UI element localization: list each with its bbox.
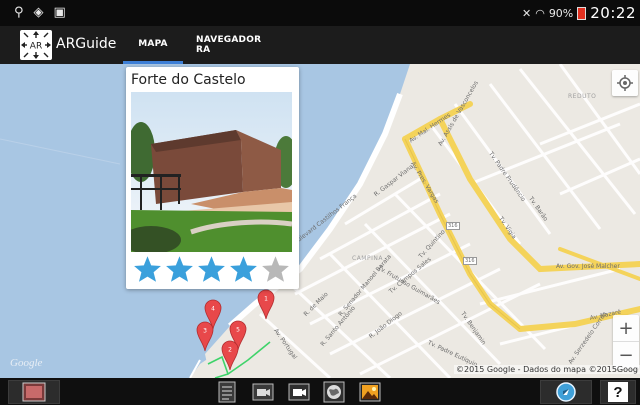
camera-icon bbox=[252, 383, 274, 401]
notification-icons: ⚲ ◈ ▣ bbox=[14, 4, 66, 22]
google-logo: Google bbox=[10, 357, 43, 369]
place-photo bbox=[131, 92, 292, 252]
zoom-in-button[interactable]: + bbox=[613, 315, 639, 342]
svg-text:4: 4 bbox=[211, 306, 215, 313]
video-icon bbox=[288, 383, 310, 401]
battery-icon bbox=[577, 7, 587, 20]
my-location-button[interactable] bbox=[612, 70, 638, 96]
tab-navegador-ra[interactable]: NAVEGADOR RA bbox=[196, 26, 274, 64]
street-label: Av. Gov. José Malcher bbox=[556, 263, 620, 270]
status-bar: ⚲ ◈ ▣ ✕ ◠ 90% 20:22 bbox=[0, 0, 640, 26]
district-label: CAMPINA bbox=[352, 255, 383, 262]
action-bar: AR ARGuide MAPA NAVEGADOR RA bbox=[0, 26, 640, 64]
svg-text:3: 3 bbox=[203, 328, 207, 335]
battery-percent: 90% bbox=[548, 6, 574, 20]
help-button[interactable]: ? bbox=[600, 380, 636, 404]
bottom-toolbar: ? bbox=[0, 378, 640, 405]
svg-text:2: 2 bbox=[228, 347, 232, 354]
map-copyright: ©2015 Google - Dados do mapa ©2015Goog bbox=[454, 365, 640, 374]
usb-icon: ⚲ bbox=[14, 5, 24, 20]
crosshair-icon bbox=[617, 75, 633, 91]
logo-text: AR bbox=[30, 42, 42, 52]
star-icon bbox=[198, 256, 225, 282]
screenshot-icon: ▣ bbox=[53, 5, 66, 20]
map-view[interactable]: 316 316 Av. Mal. Hermes Av. Assis de Vas… bbox=[0, 64, 640, 378]
compass-icon bbox=[556, 382, 576, 402]
camera-button[interactable] bbox=[251, 380, 275, 404]
road-shield: 316 bbox=[446, 222, 460, 230]
list-icon bbox=[218, 381, 236, 403]
globe-button[interactable] bbox=[322, 380, 346, 404]
star-icon bbox=[134, 256, 161, 282]
rating-stars bbox=[132, 255, 291, 283]
gallery-button[interactable] bbox=[8, 380, 60, 404]
zoom-controls: + − bbox=[613, 315, 639, 369]
map-marker[interactable]: 3 bbox=[196, 320, 214, 352]
clock: 20:22 bbox=[590, 4, 636, 22]
list-button[interactable] bbox=[216, 380, 238, 404]
image-button[interactable] bbox=[358, 380, 382, 404]
svg-text:5: 5 bbox=[236, 327, 240, 334]
system-icons: ✕ ◠ 90% 20:22 bbox=[522, 4, 636, 22]
gallery-icon bbox=[22, 382, 46, 402]
compass-button[interactable] bbox=[540, 380, 592, 404]
map-marker[interactable]: 2 bbox=[221, 339, 239, 371]
tab-mapa[interactable]: MAPA bbox=[123, 26, 183, 64]
info-window[interactable]: Forte do Castelo bbox=[126, 67, 299, 289]
image-icon bbox=[359, 382, 381, 402]
district-label: REDUTO bbox=[568, 93, 597, 100]
mute-icon: ✕ bbox=[521, 6, 532, 20]
star-icon bbox=[166, 256, 193, 282]
map-marker[interactable]: 1 bbox=[257, 288, 275, 320]
info-window-title: Forte do Castelo bbox=[131, 72, 246, 88]
wifi-icon: ◠ bbox=[535, 6, 545, 20]
app-title: ARGuide bbox=[56, 36, 117, 52]
globe-icon bbox=[323, 381, 345, 403]
video-button[interactable] bbox=[287, 380, 311, 404]
help-icon: ? bbox=[608, 382, 628, 402]
location-icon: ◈ bbox=[33, 5, 44, 20]
app-logo-icon[interactable]: AR bbox=[20, 30, 52, 60]
svg-text:1: 1 bbox=[264, 296, 268, 303]
star-empty-icon bbox=[262, 256, 289, 282]
star-icon bbox=[230, 256, 257, 282]
road-shield: 316 bbox=[463, 257, 477, 265]
